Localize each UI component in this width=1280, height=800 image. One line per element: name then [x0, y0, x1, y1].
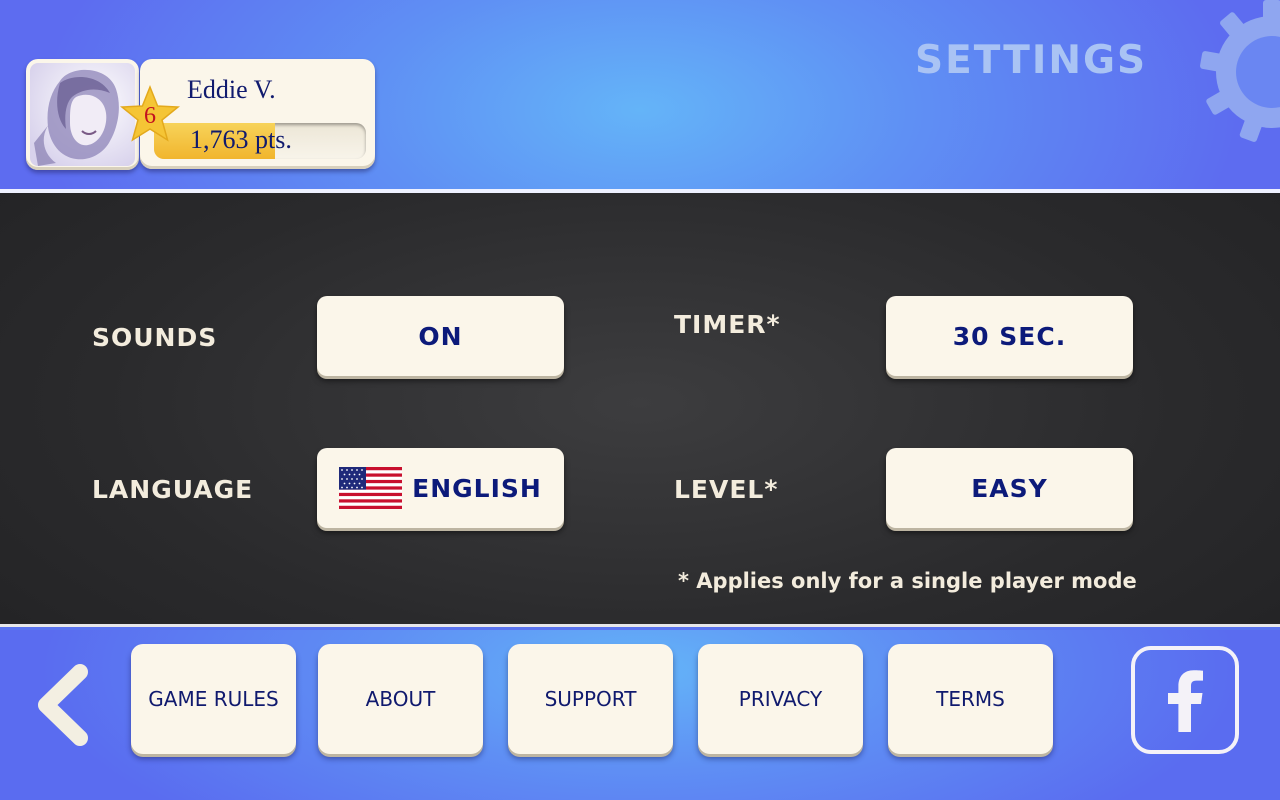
about-button[interactable]: ABOUT [318, 644, 483, 754]
player-points: 1,763 pts. [190, 125, 292, 154]
level-label: LEVEL* [674, 475, 779, 504]
level-value: EASY [971, 473, 1048, 503]
game-rules-button[interactable]: GAME RULES [131, 644, 296, 754]
support-label: SUPPORT [544, 687, 637, 711]
sounds-toggle-button[interactable]: ON [317, 296, 564, 376]
about-label: ABOUT [365, 687, 436, 711]
chevron-left-icon [38, 664, 88, 746]
language-value: ENGLISH [412, 473, 542, 503]
privacy-button[interactable]: PRIVACY [698, 644, 863, 754]
back-button[interactable] [30, 660, 100, 750]
settings-footnote: * Applies only for a single player mode [678, 569, 1137, 593]
timer-value: 30 SEC. [952, 321, 1067, 351]
level-select-button[interactable]: EASY [886, 448, 1133, 528]
game-rules-label: GAME RULES [148, 687, 279, 711]
terms-label: TERMS [936, 687, 1005, 711]
page-title: SETTINGS [915, 38, 1148, 83]
facebook-button[interactable] [1131, 646, 1239, 754]
gear-icon [1200, 0, 1280, 142]
language-select-button[interactable]: ENGLISH [317, 448, 564, 528]
sounds-value: ON [418, 321, 463, 351]
timer-select-button[interactable]: 30 SEC. [886, 296, 1133, 376]
level-number: 6 [144, 103, 156, 129]
level-badge: 6 [120, 85, 180, 145]
support-button[interactable]: SUPPORT [508, 644, 673, 754]
terms-button[interactable]: TERMS [888, 644, 1053, 754]
privacy-label: PRIVACY [738, 687, 823, 711]
points-progress-bar: 1,763 pts. [154, 123, 366, 159]
top-bar: Eddie V. 1,763 pts. 6 SETTINGS [0, 0, 1280, 190]
us-flag-icon [339, 467, 403, 509]
language-label: LANGUAGE [92, 475, 254, 504]
bottom-bar: GAME RULES ABOUT SUPPORT PRIVACY TERMS [0, 630, 1280, 800]
player-name: Eddie V. [187, 75, 276, 104]
facebook-icon [1168, 670, 1203, 732]
sounds-label: SOUNDS [92, 323, 218, 352]
settings-panel: SOUNDS ON TIMER* 30 SEC. LANGUAGE ENGLIS… [0, 193, 1280, 627]
timer-label: TIMER* [674, 310, 781, 339]
